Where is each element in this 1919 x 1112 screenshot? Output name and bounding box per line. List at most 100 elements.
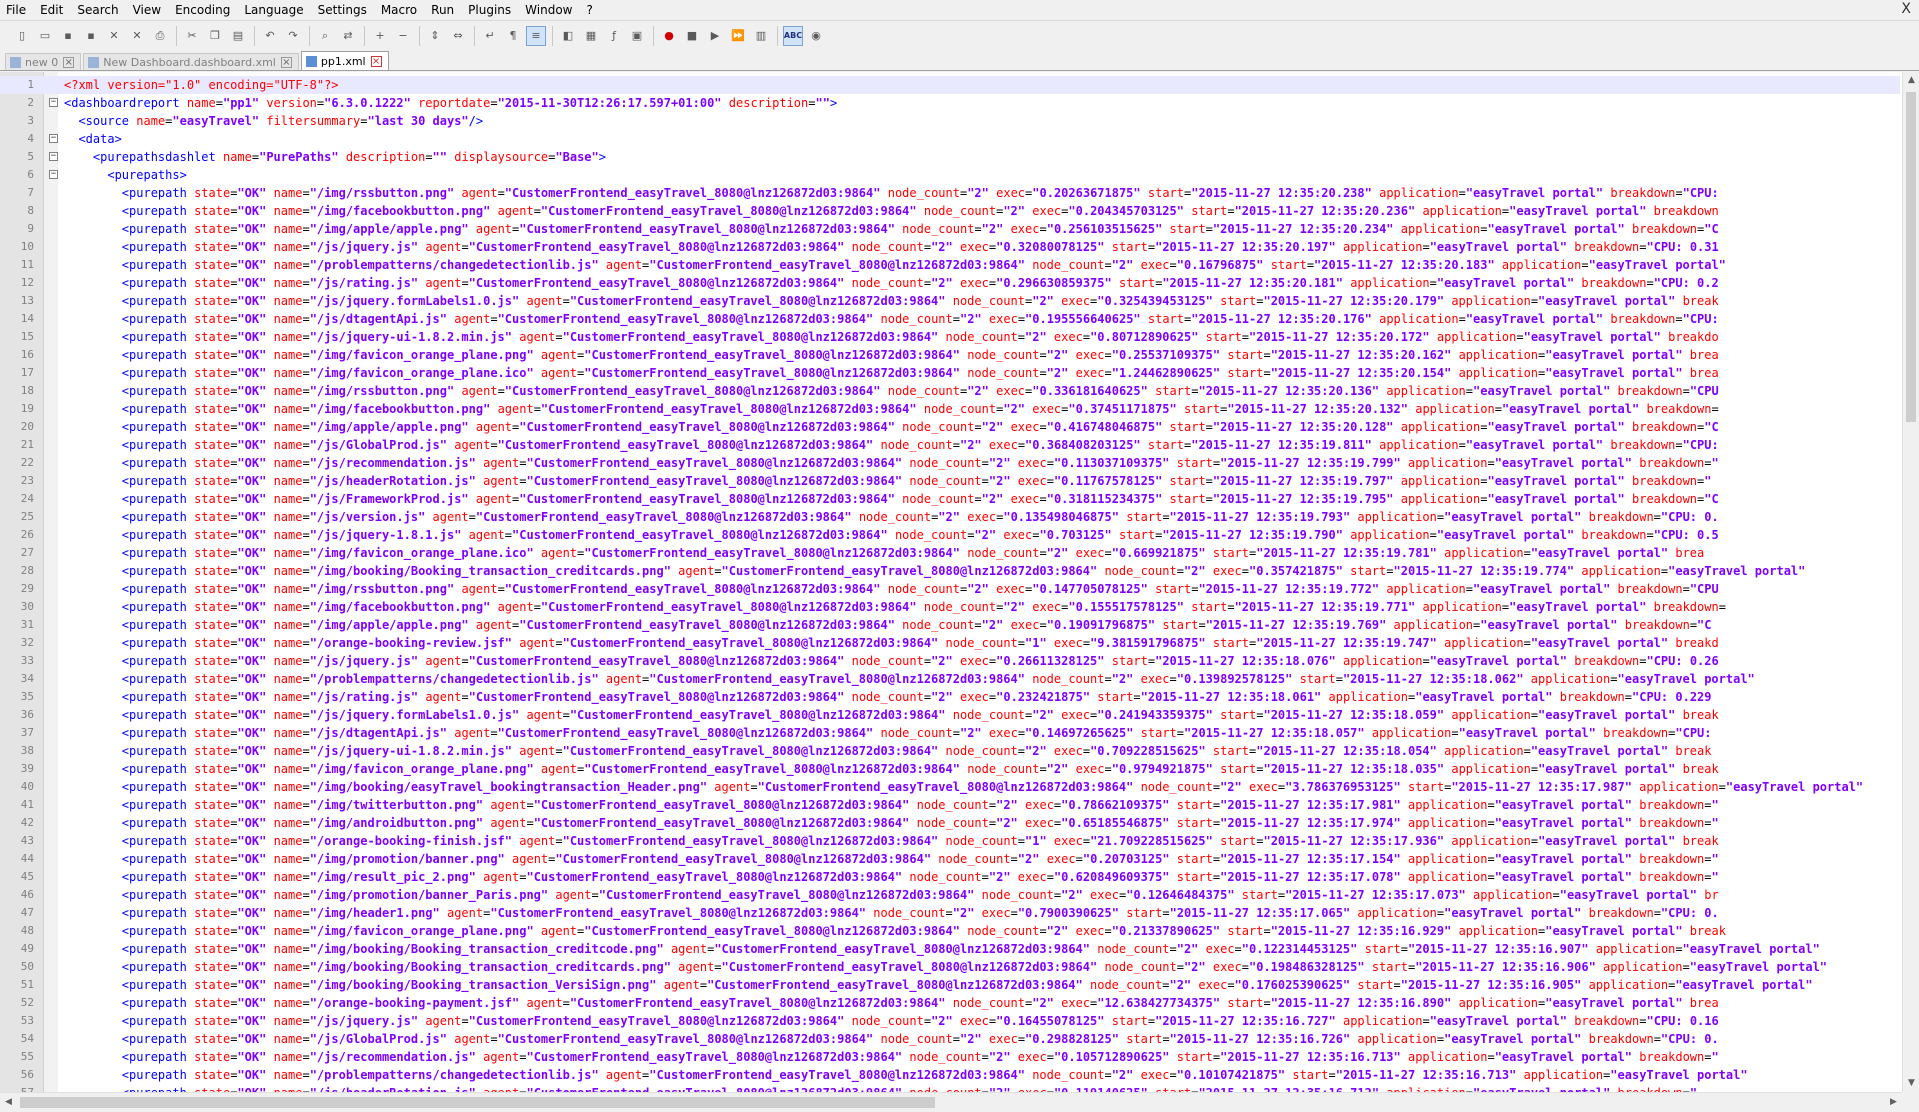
code-line[interactable]: 52 <purepath state="OK" name="/orange-bo…: [0, 994, 1900, 1012]
editor-pane[interactable]: 1 <?xml version="1.0" encoding="UTF-8"?> 2…: [0, 72, 1919, 1100]
play-macro-icon[interactable]: ▶: [705, 26, 725, 46]
copy-icon[interactable]: ❐: [205, 26, 225, 46]
vertical-scrollbar[interactable]: ▲ ▼: [1902, 72, 1919, 1092]
code-line[interactable]: 40 <purepath state="OK" name="/img/booki…: [0, 778, 1900, 796]
run-macro-multiple-icon[interactable]: ⏩: [728, 26, 748, 46]
code-line[interactable]: 22 <purepath state="OK" name="/js/recomm…: [0, 454, 1900, 472]
tab-pp1-xml[interactable]: pp1.xml ×: [300, 51, 389, 70]
spellcheck-icon[interactable]: ABC: [783, 25, 803, 46]
code-line[interactable]: 8 <purepath state="OK" name="/img/facebo…: [0, 202, 1900, 220]
show-all-chars-icon[interactable]: ¶: [503, 26, 523, 46]
close-all-icon[interactable]: ✕: [127, 26, 147, 46]
paste-icon[interactable]: ▤: [228, 26, 248, 46]
vertical-scroll-thumb[interactable]: [1906, 92, 1916, 422]
horizontal-scroll-thumb[interactable]: [20, 1097, 935, 1108]
replace-icon[interactable]: ⇄: [338, 26, 358, 46]
code-line[interactable]: 20 <purepath state="OK" name="/img/apple…: [0, 418, 1900, 436]
code-line[interactable]: 56 <purepath state="OK" name="/problempa…: [0, 1066, 1900, 1084]
code-line[interactable]: 41 <purepath state="OK" name="/img/twitt…: [0, 796, 1900, 814]
menu-settings[interactable]: Settings: [311, 0, 374, 20]
stop-record-icon[interactable]: ■: [682, 26, 702, 46]
sync-vertical-icon[interactable]: ⇕: [425, 26, 445, 46]
menu-window[interactable]: Window: [518, 0, 579, 20]
open-file-icon[interactable]: ▭: [35, 26, 55, 46]
code-line[interactable]: 15 <purepath state="OK" name="/js/jquery…: [0, 328, 1900, 346]
cut-icon[interactable]: ✂: [182, 26, 202, 46]
code-line[interactable]: 9 <purepath state="OK" name="/img/apple/…: [0, 220, 1900, 238]
code-line[interactable]: 32 <purepath state="OK" name="/orange-bo…: [0, 634, 1900, 652]
menu-language[interactable]: Language: [237, 0, 310, 20]
code-line[interactable]: 11 <purepath state="OK" name="/problempa…: [0, 256, 1900, 274]
code-line[interactable]: 30 <purepath state="OK" name="/img/faceb…: [0, 598, 1900, 616]
tab-close-icon[interactable]: ×: [370, 55, 382, 67]
fold-toggle-icon[interactable]: −: [49, 152, 58, 161]
code-line[interactable]: 10 <purepath state="OK" name="/js/jquery…: [0, 238, 1900, 256]
code-line[interactable]: 25 <purepath state="OK" name="/js/versio…: [0, 508, 1900, 526]
code-line[interactable]: 28 <purepath state="OK" name="/img/booki…: [0, 562, 1900, 580]
code-line[interactable]: 19 <purepath state="OK" name="/img/faceb…: [0, 400, 1900, 418]
code-line[interactable]: 51 <purepath state="OK" name="/img/booki…: [0, 976, 1900, 994]
scroll-down-arrow-icon[interactable]: ▼: [1903, 1075, 1919, 1092]
code-line[interactable]: 45 <purepath state="OK" name="/img/resul…: [0, 868, 1900, 886]
code-line[interactable]: 3 <source name="easyTravel" filtersummar…: [0, 112, 1900, 130]
print-icon[interactable]: ⎙: [150, 26, 170, 46]
code-line[interactable]: 23 <purepath state="OK" name="/js/header…: [0, 472, 1900, 490]
undo-icon[interactable]: ↶: [260, 26, 280, 46]
tab-close-icon[interactable]: ×: [280, 56, 292, 68]
function-list-icon[interactable]: ƒ: [604, 26, 624, 46]
tab-new-dashboard-dashboard-xml[interactable]: New Dashboard.dashboard.xml ×: [83, 53, 299, 70]
record-macro-icon[interactable]: ●: [659, 26, 679, 46]
code-line[interactable]: 53 <purepath state="OK" name="/js/jquery…: [0, 1012, 1900, 1030]
code-line[interactable]: 49 <purepath state="OK" name="/img/booki…: [0, 940, 1900, 958]
code-line[interactable]: 14 <purepath state="OK" name="/js/dtagen…: [0, 310, 1900, 328]
indent-guide-icon[interactable]: ≡: [526, 25, 546, 46]
code-line[interactable]: 42 <purepath state="OK" name="/img/andro…: [0, 814, 1900, 832]
scroll-up-arrow-icon[interactable]: ▲: [1903, 72, 1919, 89]
code-line[interactable]: 39 <purepath state="OK" name="/img/favic…: [0, 760, 1900, 778]
word-wrap-icon[interactable]: ↵: [480, 26, 500, 46]
code-line[interactable]: 1 <?xml version="1.0" encoding="UTF-8"?>: [0, 76, 1900, 94]
code-line[interactable]: 55 <purepath state="OK" name="/js/recomm…: [0, 1048, 1900, 1066]
menu-edit[interactable]: Edit: [33, 0, 70, 20]
code-line[interactable]: 38 <purepath state="OK" name="/js/jquery…: [0, 742, 1900, 760]
scroll-left-arrow-icon[interactable]: ◀: [0, 1093, 17, 1112]
new-file-icon[interactable]: ▯: [12, 26, 32, 46]
code-line[interactable]: 5 − <purepathsdashlet name="PurePaths" de…: [0, 148, 1900, 166]
code-line[interactable]: 37 <purepath state="OK" name="/js/dtagen…: [0, 724, 1900, 742]
code-line[interactable]: 16 <purepath state="OK" name="/img/favic…: [0, 346, 1900, 364]
menu-search[interactable]: Search: [70, 0, 125, 20]
code-line[interactable]: 54 <purepath state="OK" name="/js/Global…: [0, 1030, 1900, 1048]
redo-icon[interactable]: ↷: [283, 26, 303, 46]
sync-horizontal-icon[interactable]: ⇔: [448, 26, 468, 46]
horizontal-scrollbar[interactable]: ◀ ▶: [0, 1092, 1902, 1112]
doc-map-icon[interactable]: ▦: [581, 26, 601, 46]
code-line[interactable]: 21 <purepath state="OK" name="/js/Global…: [0, 436, 1900, 454]
monitor-icon[interactable]: ◉: [806, 26, 826, 46]
code-line[interactable]: 7 <purepath state="OK" name="/img/rssbut…: [0, 184, 1900, 202]
code-line[interactable]: 48 <purepath state="OK" name="/img/favic…: [0, 922, 1900, 940]
code-line[interactable]: 29 <purepath state="OK" name="/img/rssbu…: [0, 580, 1900, 598]
code-line[interactable]: 2 − <dashboardreport name="pp1" version="6…: [0, 94, 1900, 112]
code-line[interactable]: 34 <purepath state="OK" name="/problempa…: [0, 670, 1900, 688]
save-all-icon[interactable]: ▪: [81, 26, 101, 46]
menu-run[interactable]: Run: [424, 0, 461, 20]
zoom-in-icon[interactable]: +: [370, 26, 390, 46]
code-line[interactable]: 44 <purepath state="OK" name="/img/promo…: [0, 850, 1900, 868]
menu-macro[interactable]: Macro: [374, 0, 424, 20]
menu-file[interactable]: File: [0, 0, 33, 20]
code-line[interactable]: 47 <purepath state="OK" name="/img/heade…: [0, 904, 1900, 922]
save-icon[interactable]: ▪: [58, 26, 78, 46]
code-line[interactable]: 31 <purepath state="OK" name="/img/apple…: [0, 616, 1900, 634]
code-line[interactable]: 50 <purepath state="OK" name="/img/booki…: [0, 958, 1900, 976]
code-line[interactable]: 46 <purepath state="OK" name="/img/promo…: [0, 886, 1900, 904]
user-language-icon[interactable]: ◧: [558, 26, 578, 46]
code-line[interactable]: 12 <purepath state="OK" name="/js/rating…: [0, 274, 1900, 292]
code-line[interactable]: 13 <purepath state="OK" name="/js/jquery…: [0, 292, 1900, 310]
menu-encoding[interactable]: Encoding: [168, 0, 237, 20]
scroll-right-arrow-icon[interactable]: ▶: [1885, 1093, 1902, 1112]
code-line[interactable]: 24 <purepath state="OK" name="/js/Framew…: [0, 490, 1900, 508]
menu-help[interactable]: ?: [579, 0, 599, 20]
code-line[interactable]: 43 <purepath state="OK" name="/orange-bo…: [0, 832, 1900, 850]
code-line[interactable]: 18 <purepath state="OK" name="/img/rssbu…: [0, 382, 1900, 400]
code-line[interactable]: 26 <purepath state="OK" name="/js/jquery…: [0, 526, 1900, 544]
